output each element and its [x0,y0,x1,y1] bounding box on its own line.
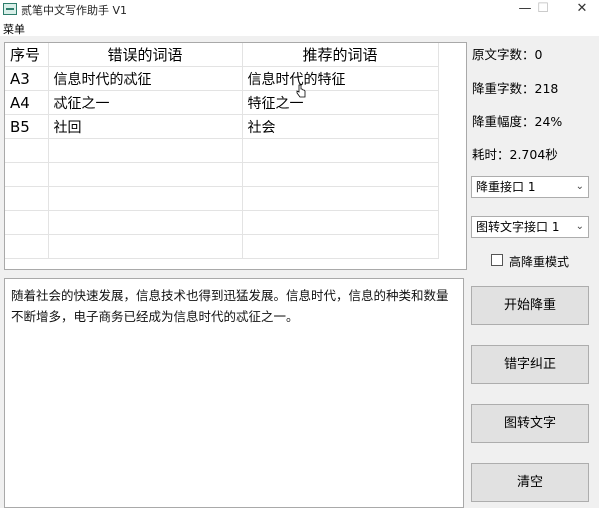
clear-button[interactable]: 清空 [471,463,589,502]
table-row[interactable]: A4 忒征之一 特征之一 [5,90,439,115]
cell-index: B5 [5,114,49,139]
cell-suggested-word: 特征之一 [242,90,439,115]
col-header-wrong-word[interactable]: 错误的词语 [48,43,243,67]
table-row-empty [5,138,439,163]
cell-index: A3 [5,66,49,91]
table-header-row: 序号 错误的词语 推荐的词语 [5,43,439,67]
chevron-down-icon: ⌄ [575,181,584,192]
high-reduction-label: 高降重模式 [509,255,570,269]
cell-wrong-word: 信息时代的忒征 [48,66,243,91]
cell-suggested-word: 信息时代的特征 [242,66,439,91]
elapsed-time: 耗时：2.704秒 [472,147,558,162]
maximize-button[interactable]: ☐ [526,0,560,20]
table-row-empty [5,234,439,259]
cell-suggested-word: 社会 [242,114,439,139]
start-rewrite-button[interactable]: 开始降重 [471,286,589,325]
window-title: 贰笔中文写作助手 V1 [21,4,128,17]
table-row-empty [5,186,439,211]
correct-typos-button[interactable]: 错字纠正 [471,345,589,384]
app-icon [3,3,17,15]
close-button[interactable]: ✕ [565,0,599,20]
cell-wrong-word: 忒征之一 [48,90,243,115]
ocr-api-select[interactable]: 图转文字接口 1 ⌄ [471,216,589,238]
menu-item[interactable]: 菜单 [3,21,25,37]
cell-wrong-word: 社回 [48,114,243,139]
title-bar: 贰笔中文写作助手 V1 — ☐ ✕ [0,0,599,20]
original-word-count: 原文字数：0 [472,47,543,62]
col-header-suggested-word[interactable]: 推荐的词语 [242,43,439,67]
table-row[interactable]: A3 信息时代的忒征 信息时代的特征 [5,66,439,91]
text-editor[interactable]: 随着社会的快速发展，信息技术也得到迅猛发展。信息时代，信息的种类和数量不断增多，… [4,278,464,508]
high-reduction-checkbox[interactable] [491,254,503,266]
reduced-word-count: 降重字数：218 [472,81,559,96]
mouse-cursor-icon [296,84,306,98]
rewrite-api-select[interactable]: 降重接口 1 ⌄ [471,176,589,198]
rewrite-api-value: 降重接口 1 [476,180,536,194]
menu-bar: 菜单 [0,20,599,36]
reduction-rate: 降重幅度：24% [472,114,563,129]
col-header-index[interactable]: 序号 [5,43,49,67]
chevron-down-icon: ⌄ [575,221,584,232]
cell-index: A4 [5,90,49,115]
table-row-empty [5,162,439,187]
correction-table[interactable]: 序号 错误的词语 推荐的词语 A3 信息时代的忒征 信息时代的特征 A4 忒征之… [4,42,467,270]
ocr-api-value: 图转文字接口 1 [476,220,560,234]
table-row[interactable]: B5 社回 社会 [5,114,439,139]
table-row-empty [5,210,439,235]
image-to-text-button[interactable]: 图转文字 [471,404,589,443]
